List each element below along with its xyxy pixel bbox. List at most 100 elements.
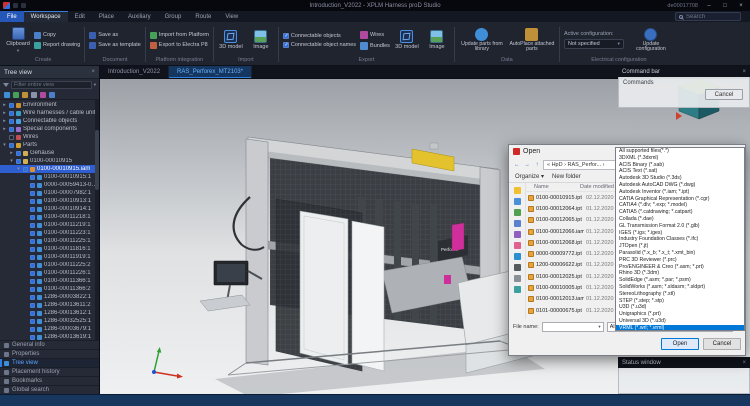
tree-item[interactable]: ▾ 0100-00010915.iam (0, 165, 99, 173)
visibility-checkbox[interactable] (30, 207, 35, 212)
tree-item[interactable]: 1286-00003822:1 (0, 293, 99, 301)
visibility-checkbox[interactable] (30, 231, 35, 236)
tree-item[interactable]: 1286-00013619:1 (0, 333, 99, 340)
side-panel-tab[interactable]: General info (0, 340, 99, 349)
organize-button[interactable]: Organize ▾ (515, 173, 544, 180)
side-panel-tab[interactable]: Tree view (0, 358, 99, 367)
file-type-option[interactable]: ACIS Text (*.sat) (616, 168, 744, 175)
visibility-checkbox[interactable] (9, 111, 14, 116)
tree-toolbar-icon[interactable] (13, 92, 19, 98)
visibility-checkbox[interactable] (16, 151, 21, 156)
maximize-button[interactable]: □ (720, 3, 730, 9)
close-button[interactable]: × (736, 3, 746, 9)
dialog-nav-icon[interactable] (514, 286, 521, 293)
tree-item[interactable]: 0100-00011219:1 (0, 221, 99, 229)
dialog-nav-icon[interactable] (514, 220, 521, 227)
save-as-template-button[interactable]: Save as template (89, 42, 141, 49)
file-type-option[interactable]: Unigraphics (*.prt) (616, 311, 744, 318)
tree-item[interactable]: 0100-00011226:1 (0, 269, 99, 277)
export-3d-model-button[interactable]: 3D model (394, 30, 420, 50)
export-bundles-toggle[interactable]: Bundles (360, 42, 390, 50)
chevron-down-icon[interactable]: ▾ (94, 82, 96, 88)
file-type-option[interactable]: Pro/ENGINEER & Creo (*.asm; *.prt) (616, 264, 744, 271)
tree-toolbar-icon[interactable] (49, 92, 55, 98)
file-type-option[interactable]: Industry Foundation Classes (*.ifc) (616, 236, 744, 243)
copy-button[interactable]: Copy (34, 32, 80, 39)
export-image-button[interactable]: Image (424, 30, 450, 50)
close-panel-icon[interactable]: × (91, 69, 95, 75)
visibility-checkbox[interactable] (30, 287, 35, 292)
expand-arrow-icon[interactable]: ▾ (2, 142, 7, 148)
dialog-nav-icon[interactable] (514, 231, 521, 238)
file-type-option[interactable]: Universal 3D (*.u3d) (616, 318, 744, 325)
tree-item[interactable]: 0100-00007982:1 (0, 189, 99, 197)
update-parts-button[interactable]: Update parts from library (459, 28, 505, 53)
tree-item[interactable]: 0100-00011225:1 (0, 237, 99, 245)
visibility-checkbox[interactable] (30, 239, 35, 244)
tree-item[interactable]: 1286-00013611:2 (0, 301, 99, 309)
side-panel-tab[interactable]: Placement history (0, 367, 99, 376)
tree-toolbar-icon[interactable] (22, 92, 28, 98)
visibility-checkbox[interactable] (30, 311, 35, 316)
file-type-option[interactable]: SolidWorks (*.asm; *.sldasm; *.sldprt) (616, 284, 744, 291)
file-type-option[interactable]: PRC 3D Reviewer (*.prc) (616, 257, 744, 264)
visibility-checkbox[interactable] (9, 119, 14, 124)
ribbon-tab[interactable]: File (0, 11, 24, 22)
close-panel-icon[interactable]: × (742, 69, 746, 75)
dialog-nav-icon[interactable] (514, 198, 521, 205)
tree-item[interactable]: 0100-00010914:1 (0, 205, 99, 213)
dialog-cancel-button[interactable]: Cancel (703, 338, 741, 350)
side-panel-tab[interactable]: Bookmarks (0, 376, 99, 385)
tree-item[interactable]: 0100-00011816:1 (0, 245, 99, 253)
ribbon-tab[interactable]: Workspace (24, 11, 68, 22)
file-type-option[interactable]: GL Transmission Format 2.0 (*.glb) (616, 223, 744, 230)
expand-arrow-icon[interactable]: ▸ (2, 102, 7, 108)
file-type-option[interactable]: All supported files(*.*) (616, 148, 744, 155)
search-input[interactable] (686, 14, 736, 20)
back-icon[interactable]: ← (513, 162, 521, 168)
tree-item[interactable]: 0100-00011223:1 (0, 229, 99, 237)
quick-access-icon[interactable] (13, 3, 18, 8)
tree-item[interactable]: 0100-00011366:2 (0, 285, 99, 293)
file-type-option[interactable]: Autodesk 3D Studio (*.3ds) (616, 175, 744, 182)
visibility-checkbox[interactable] (30, 335, 35, 340)
active-configuration-select[interactable]: Not specified ▾ (564, 39, 624, 49)
global-search[interactable] (675, 12, 741, 21)
export-to-electra-button[interactable]: Export to Electra P8 (150, 42, 209, 49)
tree-item[interactable]: 1286-00003679:1 (0, 325, 99, 333)
tree-item[interactable]: 0100-00011366:1 (0, 277, 99, 285)
tree-item[interactable]: ▸ Wire harnesses / cable units (0, 109, 99, 117)
ribbon-tab[interactable]: View (218, 11, 245, 22)
import-image-button[interactable]: Image (248, 30, 274, 50)
expand-arrow-icon[interactable]: ▸ (9, 150, 14, 156)
visibility-checkbox[interactable] (30, 327, 35, 332)
save-as-button[interactable]: Save as (89, 32, 141, 39)
visibility-checkbox[interactable] (9, 103, 14, 108)
file-type-option[interactable]: Rhino 3D (*.3dm) (616, 270, 744, 277)
tree-scrollbar[interactable] (95, 100, 99, 340)
file-type-option[interactable]: STEP (*.step; *.stp) (616, 298, 744, 305)
file-type-option[interactable]: 3DXML (*.3dxml) (616, 155, 744, 162)
expand-arrow-icon[interactable]: ▸ (2, 126, 7, 132)
visibility-checkbox[interactable] (30, 215, 35, 220)
visibility-checkbox[interactable] (30, 191, 35, 196)
import-from-platform-button[interactable]: Import from Platform (150, 32, 209, 39)
dialog-nav-icon[interactable] (514, 209, 521, 216)
file-type-option[interactable]: IGES (*.igs; *.iges) (616, 230, 744, 237)
visibility-checkbox[interactable] (30, 271, 35, 276)
file-type-option[interactable]: Parasolid (*.x_b; *.x_t; *.xmt_bin) (616, 250, 744, 257)
file-type-option[interactable]: JTOpen (*.jt) (616, 243, 744, 250)
side-panel-tab[interactable]: Properties (0, 349, 99, 358)
document-tab[interactable]: Introduction_V2022 (100, 66, 169, 78)
quick-access-icon-2[interactable] (21, 3, 26, 8)
visibility-checkbox[interactable] (9, 143, 14, 148)
visibility-checkbox[interactable] (30, 255, 35, 260)
side-panel-tab[interactable]: Global search (0, 385, 99, 394)
file-name-combo[interactable]: ▾ (542, 322, 604, 332)
tree-item[interactable]: 0100-00011919:1 (0, 253, 99, 261)
command-cancel-button[interactable]: Cancel (705, 89, 743, 100)
ribbon-tab[interactable]: Group (158, 11, 189, 22)
visibility-checkbox[interactable] (30, 183, 35, 188)
clipboard-button[interactable]: Clipboard ▾ (6, 27, 30, 54)
scrollbar-thumb[interactable] (95, 130, 99, 190)
